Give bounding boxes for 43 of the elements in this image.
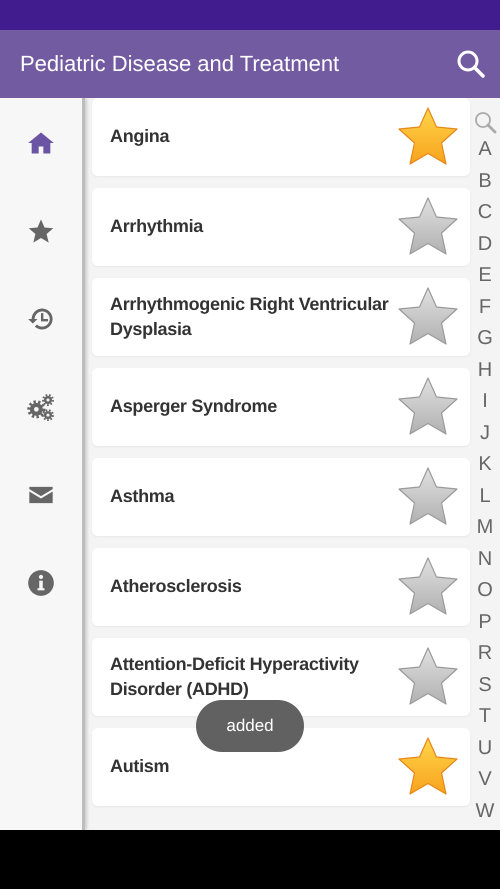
index-letter[interactable]: I [482,386,488,418]
index-letter[interactable]: T [478,701,492,732]
index-letter[interactable]: A [478,134,492,166]
disease-card[interactable]: Arrhythmogenic Right Ventricular Dysplasia [92,278,470,356]
disease-name: Angina [110,125,170,148]
index-letter[interactable]: E [478,260,492,292]
index-letter[interactable]: M [476,512,494,544]
disease-name: Atherosclerosis [110,575,242,598]
index-letter[interactable]: N [478,544,492,575]
disease-card[interactable]: Angina [92,98,470,176]
disease-card[interactable]: Atherosclerosis [92,548,470,626]
index-letter[interactable]: J [480,418,490,449]
index-letter[interactable]: R [478,638,492,670]
disease-name: Attention-Deficit Hyperactivity Disorder (ADHD) [110,652,360,701]
disease-name: Asthma [110,485,174,508]
disease-card[interactable]: Arrhythmia [92,188,470,266]
index-letter[interactable]: H [478,354,492,386]
disease-card[interactable]: Asperger Syndrome [92,368,470,446]
disease-name: Arrhythmogenic Right Ventricular Dysplasia [110,292,390,341]
disease-name: Autism [110,755,170,778]
index-letter[interactable]: S [478,670,492,701]
index-letter[interactable]: L [479,480,491,512]
index-letter[interactable]: K [478,449,492,480]
toast: added [196,700,304,752]
index-letter[interactable]: W [476,796,494,827]
star-icon[interactable] [27,217,55,245]
app-title: Pediatric Disease and Treatment [20,51,340,77]
index-letter[interactable]: U [478,732,492,764]
disease-name: Arrhythmia [110,215,204,238]
index-letter[interactable]: G [477,323,493,354]
disease-name: Asperger Syndrome [110,395,277,418]
index-letter[interactable]: O [477,575,493,606]
index-letter[interactable]: C [478,197,492,228]
disease-card[interactable]: Asthma [92,458,470,536]
gears-icon[interactable] [27,393,55,421]
index-letter[interactable]: D [478,228,492,260]
index-letter[interactable]: F [478,292,492,323]
disease-card[interactable]: Attention-Deficit Hyperactivity Disorder (ADHD) [92,638,470,716]
index-letter[interactable]: V [478,764,492,796]
index-letter[interactable]: B [478,166,492,197]
search-icon[interactable] [456,49,486,79]
info-icon[interactable] [27,569,55,597]
index-letter[interactable]: P [478,606,492,638]
